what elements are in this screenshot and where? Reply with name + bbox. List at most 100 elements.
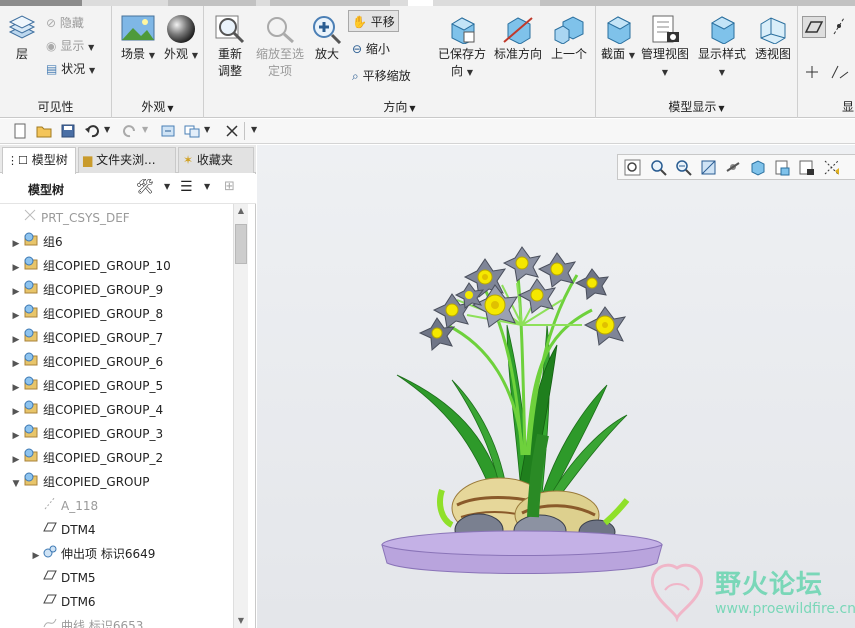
chevron-down-icon[interactable]: ▼ xyxy=(164,182,170,191)
expand-arrow-icon[interactable]: ▶ xyxy=(10,304,22,328)
tree-row[interactable]: PRT_CSYS_DEF xyxy=(10,206,130,230)
tree-filter-icon[interactable]: ⊞ xyxy=(224,179,235,194)
chevron-down-icon[interactable]: ▼ xyxy=(204,125,210,134)
tree-row[interactable]: ▶ 组COPIED_GROUP_6 xyxy=(10,350,163,374)
repaint-icon[interactable] xyxy=(700,159,717,176)
standard-orientation-button[interactable]: 标准方向 xyxy=(490,14,546,63)
layers-button[interactable]: 层 xyxy=(4,14,40,63)
regenerate-icon[interactable] xyxy=(160,123,176,139)
tree-row[interactable]: ▶ 伸出项 标识6649 xyxy=(30,542,155,566)
redo-icon[interactable] xyxy=(122,123,138,139)
tree-row[interactable]: 曲线 标识6653 xyxy=(30,614,143,628)
expand-arrow-icon[interactable]: ▶ xyxy=(30,544,42,568)
tree-scrollbar[interactable]: ▲ ▼ xyxy=(233,204,248,628)
refit-button[interactable]: 重新调整 xyxy=(208,14,252,80)
appearance-button[interactable]: 外观 ▼ xyxy=(162,14,200,64)
windows-icon[interactable] xyxy=(184,123,200,139)
chevron-down-icon[interactable]: ▼ xyxy=(142,125,148,134)
chevron-down-icon[interactable]: ▼ xyxy=(104,125,110,134)
tree-columns-icon[interactable]: ☰ xyxy=(180,179,193,195)
tree-row[interactable]: ▶ 组COPIED_GROUP_8 xyxy=(10,302,163,326)
expand-arrow-icon[interactable]: ▶ xyxy=(10,424,22,448)
collapse-arrow-icon[interactable]: ▼ xyxy=(10,472,22,496)
spin-center-icon[interactable] xyxy=(725,159,742,176)
previous-orientation-button[interactable]: 上一个 xyxy=(548,14,590,63)
pan-zoom-button[interactable]: ⌕ 平移缩放 xyxy=(352,65,411,87)
expand-arrow-icon[interactable]: ▶ xyxy=(10,400,22,424)
tree-row[interactable]: ▶ 组COPIED_GROUP_7 xyxy=(10,326,163,350)
zoom-in-button[interactable]: 放大 xyxy=(308,14,346,63)
expand-arrow-icon[interactable]: ▶ xyxy=(10,448,22,472)
tree-row[interactable]: ▶ 组COPIED_GROUP_2 xyxy=(10,446,163,470)
scene-button[interactable]: 场景 ▼ xyxy=(118,14,158,64)
expand-arrow-icon[interactable]: ▶ xyxy=(10,352,22,376)
tree-row[interactable]: A_118 xyxy=(30,494,98,518)
hide-button[interactable]: ⊘ 隐藏 xyxy=(46,12,84,34)
tree-row[interactable]: ▼ 组COPIED_GROUP xyxy=(10,470,150,494)
csys-display-toggle[interactable] xyxy=(828,62,852,84)
chevron-down-icon[interactable]: ▼ xyxy=(204,182,210,191)
display-style-button[interactable]: 显示样式 ▼ xyxy=(694,14,750,81)
expand-arrow-icon[interactable]: ▶ xyxy=(10,256,22,280)
tree-row[interactable]: ▶ 组6 xyxy=(10,230,63,254)
section-icon xyxy=(606,16,632,44)
manage-views-button[interactable]: 管理视图 ▼ xyxy=(638,14,692,81)
tab-favorites[interactable]: ✶ 收藏夹 xyxy=(178,147,254,173)
axis-display-toggle[interactable] xyxy=(830,16,850,38)
tree-row[interactable]: ▶ 组COPIED_GROUP_5 xyxy=(10,374,163,398)
chevron-down-icon[interactable]: ▼ xyxy=(167,104,173,113)
zoom-out-view-icon[interactable] xyxy=(675,159,692,176)
perspective-button[interactable]: 透视图 xyxy=(752,14,794,63)
tree-row[interactable]: ▶ 组COPIED_GROUP_3 xyxy=(10,422,163,446)
scroll-down-icon[interactable]: ▼ xyxy=(234,614,248,628)
previous-orientation-icon xyxy=(554,16,584,44)
view-toolbar xyxy=(617,154,855,180)
group-feature-icon xyxy=(22,399,40,423)
tab-folder-browser[interactable]: ▆ 文件夹浏... xyxy=(78,147,176,173)
saved-orientations-button[interactable]: 已保存方向 ▼ xyxy=(436,14,488,81)
undo-icon[interactable] xyxy=(84,123,100,139)
chevron-down-icon[interactable]: ▼ xyxy=(409,104,415,113)
save-icon[interactable] xyxy=(60,123,76,139)
tree-header: 模型树 🛠 ▼ ☰ ▼ ⊞ xyxy=(0,174,256,204)
open-folder-icon[interactable] xyxy=(36,123,52,139)
expand-arrow-icon[interactable]: ▶ xyxy=(10,280,22,304)
narcissus-model[interactable] xyxy=(357,205,687,585)
scroll-thumb[interactable] xyxy=(235,224,247,264)
tree-settings-icon[interactable]: 🛠 xyxy=(136,179,154,195)
chevron-down-icon[interactable]: ▼ xyxy=(718,104,724,113)
view-manager-icon[interactable] xyxy=(798,159,815,176)
tree-row-label: 组COPIED_GROUP_6 xyxy=(43,355,164,369)
zoom-out-icon: ⊖ xyxy=(352,42,363,56)
expand-arrow-icon[interactable]: ▶ xyxy=(10,232,22,256)
tree-row[interactable]: ▶ 组COPIED_GROUP_9 xyxy=(10,278,163,302)
section-button[interactable]: 截面 ▼ xyxy=(600,14,636,64)
scroll-up-icon[interactable]: ▲ xyxy=(234,204,248,218)
saved-views-icon[interactable] xyxy=(773,159,790,176)
zoom-in-view-icon[interactable] xyxy=(650,159,667,176)
point-display-toggle[interactable] xyxy=(802,62,822,84)
model-tree-icon: ⋮☐ xyxy=(7,154,28,167)
tree-row[interactable]: ▶ 组COPIED_GROUP_4 xyxy=(10,398,163,422)
customize-toolbar-icon[interactable]: ▼ xyxy=(251,125,257,134)
zoom-selected-button[interactable]: 缩放至选定项 xyxy=(254,14,306,80)
close-window-icon[interactable] xyxy=(224,123,240,139)
pan-button[interactable]: ✋ 平移 xyxy=(348,10,399,32)
shading-icon[interactable] xyxy=(749,159,766,176)
new-file-icon[interactable] xyxy=(12,123,28,139)
refit-view-icon[interactable] xyxy=(624,159,641,176)
tree-row-label: 曲线 标识6653 xyxy=(61,619,144,628)
expand-arrow-icon[interactable]: ▶ xyxy=(10,376,22,400)
tree-row[interactable]: ▶ 组COPIED_GROUP_10 xyxy=(10,254,171,278)
tree-row[interactable]: DTM5 xyxy=(30,566,96,590)
plane-display-toggle[interactable] xyxy=(802,16,826,38)
graphics-window[interactable]: 野火论坛 www.proewildfire.cn xyxy=(257,145,855,628)
datum-display-icon[interactable] xyxy=(823,159,840,176)
tree-row[interactable]: DTM6 xyxy=(30,590,96,614)
tree-row[interactable]: DTM4 xyxy=(30,518,96,542)
zoom-out-button[interactable]: ⊖ 缩小 xyxy=(352,38,390,60)
status-button[interactable]: ▤ 状况 ▼ xyxy=(46,58,95,80)
tab-model-tree[interactable]: ⋮☐ 模型树 xyxy=(2,147,76,174)
show-button[interactable]: ◉ 显示 ▼ xyxy=(46,35,94,57)
expand-arrow-icon[interactable]: ▶ xyxy=(10,328,22,352)
